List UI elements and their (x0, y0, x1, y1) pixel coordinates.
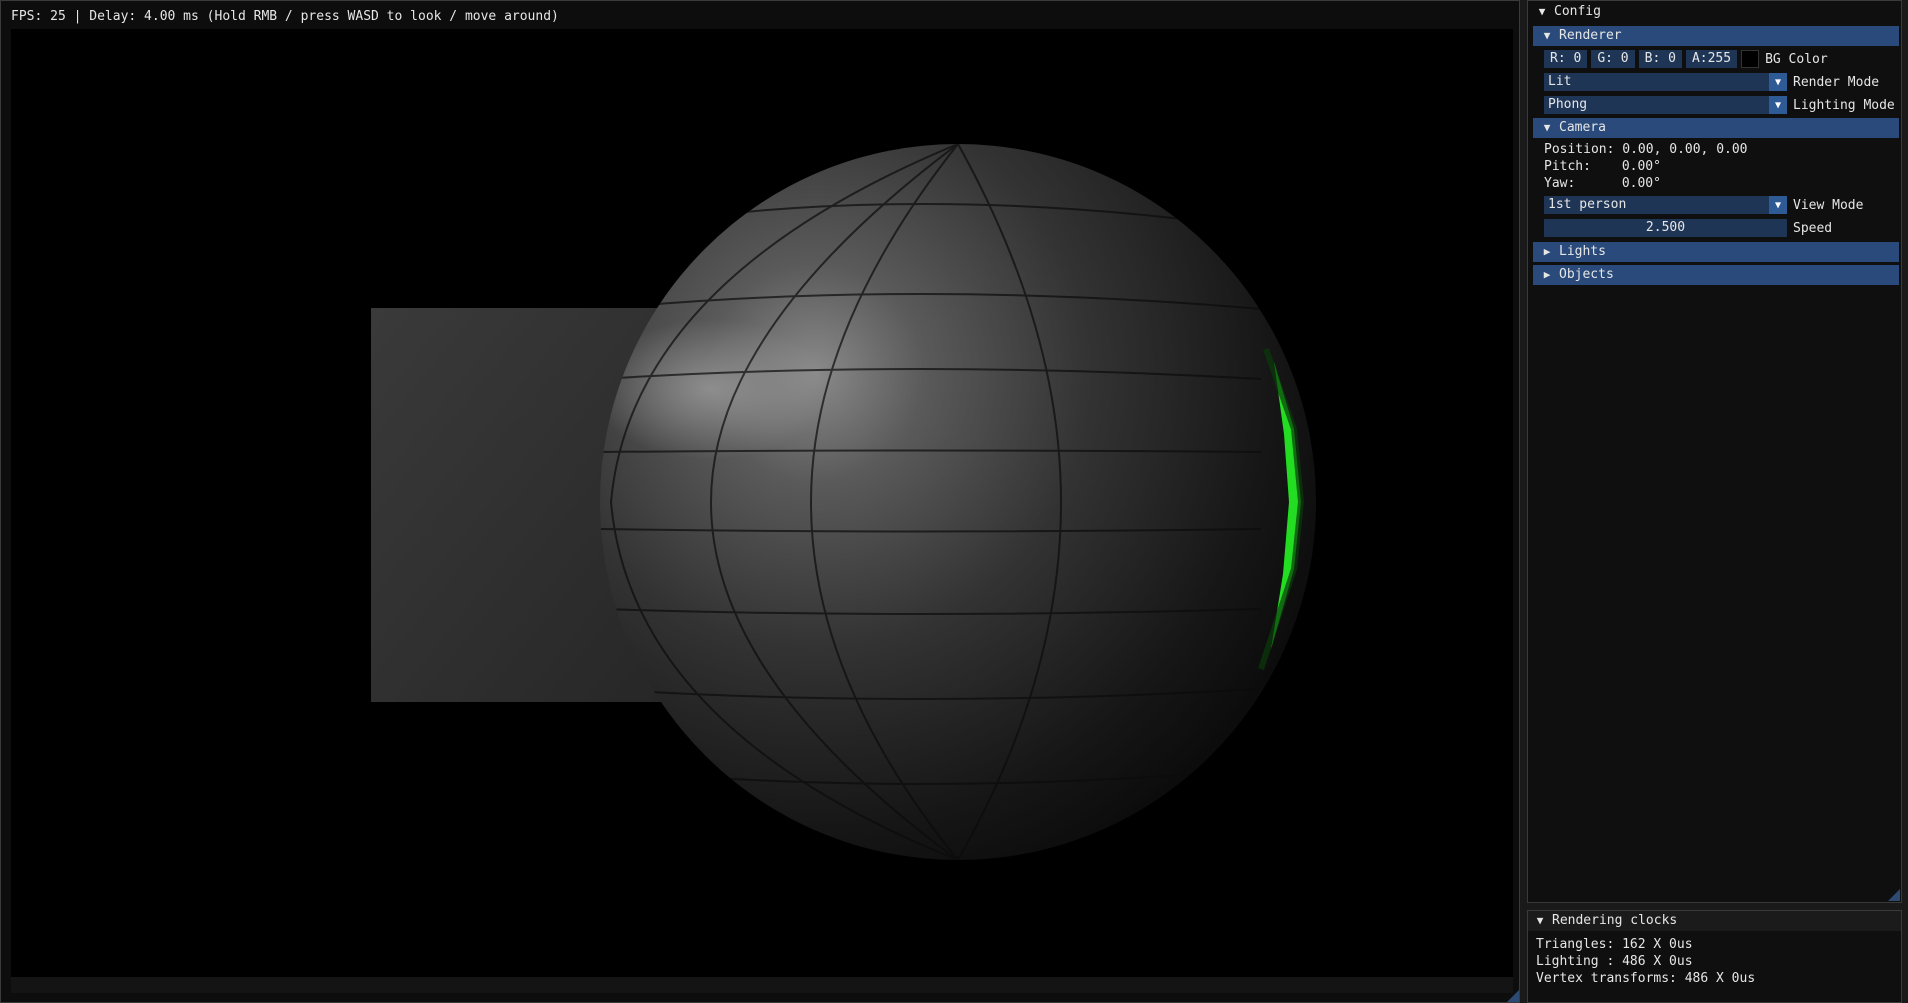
view-mode-value: 1st person (1548, 197, 1627, 212)
view-mode-label: View Mode (1793, 197, 1864, 213)
bg-color-row: R: 0 G: 0 B: 0 A:255 BG Color (1544, 49, 1901, 69)
lighting-mode-label: Lighting Mode (1793, 97, 1895, 113)
bg-a-field[interactable]: A:255 (1685, 50, 1738, 68)
triangle-down-icon[interactable]: ▼ (1536, 1, 1548, 23)
rendering-clocks-window: ▼ Rendering clocks Triangles: 162 X 0us … (1527, 910, 1902, 1003)
render-mode-row: Lit ▼ Render Mode (1544, 72, 1901, 92)
view-mode-select[interactable]: 1st person ▼ (1544, 196, 1787, 214)
bg-r-field[interactable]: R: 0 (1544, 50, 1588, 68)
camera-position-key: Position: (1544, 142, 1615, 157)
camera-pitch-value: 0.00° (1621, 159, 1661, 174)
camera-position-value: 0.00, 0.00, 0.00 (1622, 142, 1748, 157)
rendering-clocks-title-bar[interactable]: ▼ Rendering clocks (1528, 911, 1901, 931)
objects-section-label: Objects (1559, 267, 1614, 282)
speed-slider[interactable]: 2.500 (1544, 219, 1787, 237)
speed-label: Speed (1793, 220, 1833, 236)
chevron-down-icon[interactable]: ▼ (1769, 73, 1787, 91)
camera-pitch: Pitch: 0.00° (1544, 158, 1901, 175)
bg-color-swatch[interactable] (1741, 50, 1760, 68)
scene-render[interactable] (11, 29, 1513, 977)
lighting-mode-select[interactable]: Phong ▼ (1544, 96, 1787, 114)
viewport-window: FPS: 25 | Delay: 4.00 ms (Hold RMB / pre… (0, 0, 1520, 1003)
triangles-clock: Triangles: 162 X 0us (1536, 937, 1693, 952)
lighting-clock: Lighting : 486 X 0us (1536, 954, 1693, 969)
render-mode-value: Lit (1548, 74, 1572, 89)
render-mode-label: Render Mode (1793, 74, 1880, 90)
resize-grip-icon[interactable] (1888, 889, 1900, 901)
camera-section-header[interactable]: ▼ Camera (1533, 118, 1899, 138)
viewport-footer (11, 977, 1513, 993)
config-title-bar[interactable]: ▼ Config (1528, 1, 1901, 23)
config-window: ▼ Config ▼ Renderer R: 0 G: 0 B: 0 A:255… (1527, 0, 1902, 903)
triangle-down-icon: ▼ (1543, 121, 1551, 134)
camera-section-label: Camera (1559, 120, 1606, 135)
config-title: Config (1554, 4, 1601, 19)
renderer-section-header[interactable]: ▼ Renderer (1533, 26, 1899, 46)
objects-section-header[interactable]: ▶ Objects (1533, 265, 1899, 285)
lighting-mode-row: Phong ▼ Lighting Mode (1544, 95, 1901, 115)
camera-position: Position: 0.00, 0.00, 0.00 (1544, 141, 1901, 158)
resize-grip-icon[interactable] (1507, 990, 1519, 1002)
triangle-down-icon: ▼ (1543, 29, 1551, 42)
sphere-mesh (600, 144, 1316, 860)
bg-g-field[interactable]: G: 0 (1591, 50, 1635, 68)
renderer-section-label: Renderer (1559, 28, 1622, 43)
camera-yaw: Yaw: 0.00° (1544, 175, 1901, 192)
rendering-clocks-title: Rendering clocks (1552, 913, 1678, 928)
camera-pitch-key: Pitch: (1544, 159, 1591, 174)
render-viewport[interactable] (11, 29, 1513, 977)
camera-yaw-value: 0.00° (1621, 176, 1661, 191)
chevron-down-icon[interactable]: ▼ (1769, 196, 1787, 214)
triangle-right-icon: ▶ (1543, 245, 1551, 258)
bg-color-label: BG Color (1765, 51, 1828, 67)
camera-yaw-key: Yaw: (1544, 176, 1576, 191)
render-mode-select[interactable]: Lit ▼ (1544, 73, 1787, 91)
fps-status: FPS: 25 | Delay: 4.00 ms (Hold RMB / pre… (11, 9, 559, 24)
vertex-transforms-clock: Vertex transforms: 486 X 0us (1536, 971, 1756, 986)
view-mode-row: 1st person ▼ View Mode (1544, 195, 1901, 215)
chevron-down-icon[interactable]: ▼ (1769, 96, 1787, 114)
lighting-mode-value: Phong (1548, 97, 1588, 112)
lights-section-label: Lights (1559, 244, 1606, 259)
triangle-right-icon: ▶ (1543, 268, 1551, 281)
triangle-down-icon[interactable]: ▼ (1534, 911, 1546, 931)
lights-section-header[interactable]: ▶ Lights (1533, 242, 1899, 262)
bg-b-field[interactable]: B: 0 (1638, 50, 1682, 68)
speed-row: 2.500 Speed (1544, 218, 1901, 238)
